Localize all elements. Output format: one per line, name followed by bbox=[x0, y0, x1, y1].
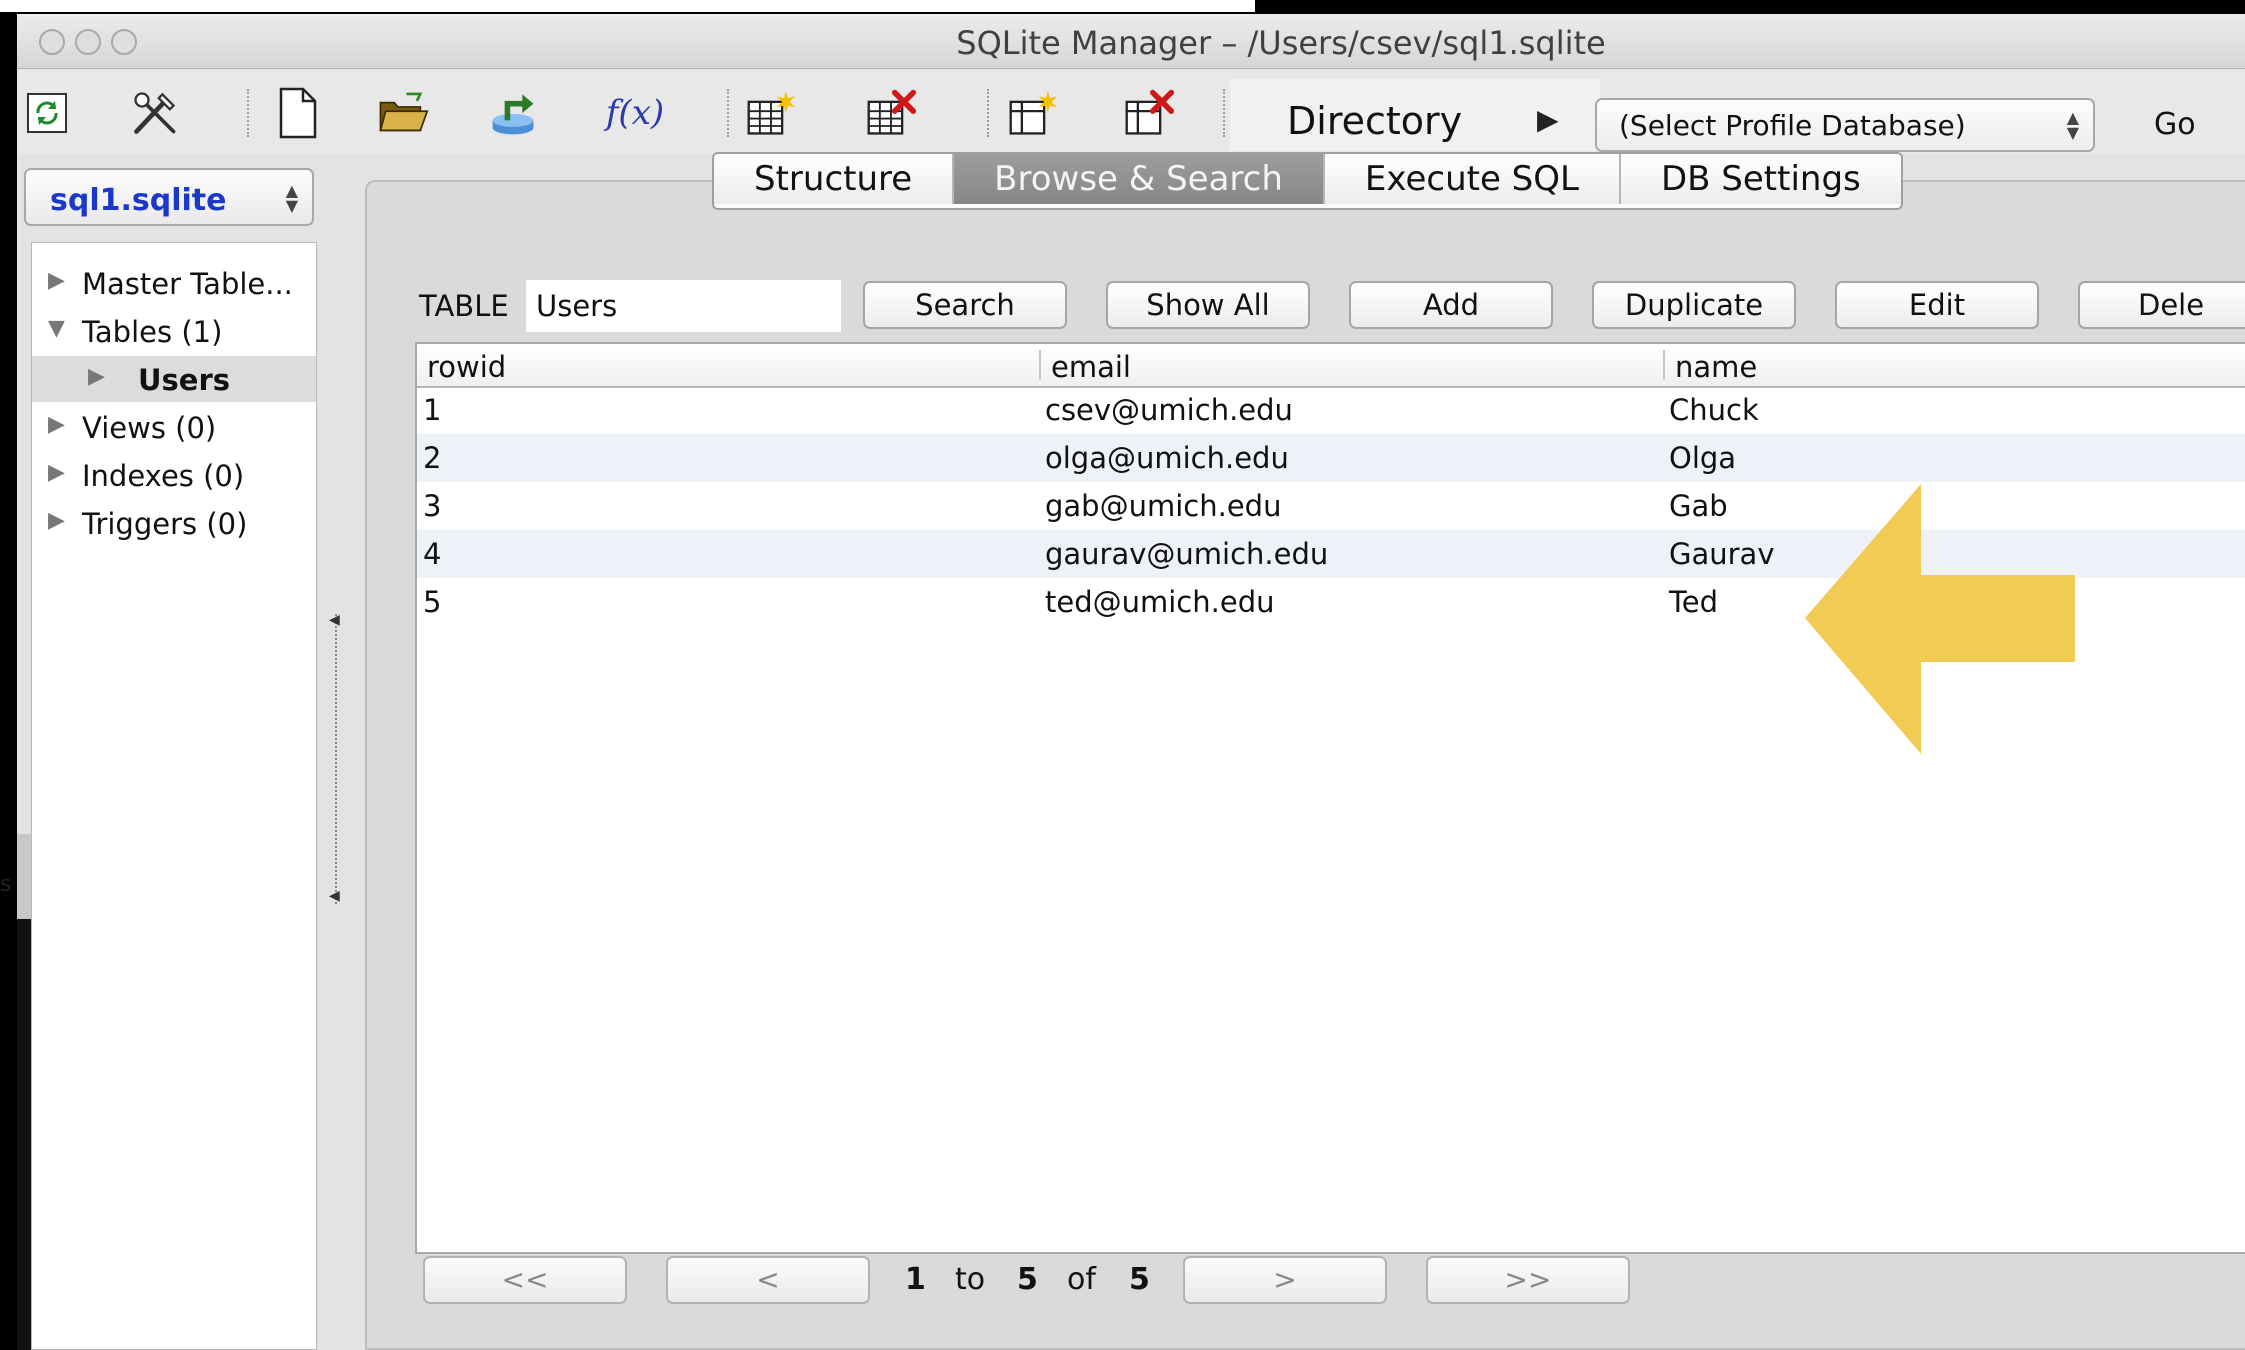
cell-email: gaurav@umich.edu bbox=[1045, 537, 1329, 571]
tree-item-tables[interactable]: ▼ Tables (1) bbox=[32, 308, 316, 354]
sidebar-tree: ▶ Master Table... ▼ Tables (1) ▶ Users ▶… bbox=[31, 242, 317, 1350]
function-icon[interactable]: f(x) bbox=[599, 87, 671, 139]
collapse-left-icon[interactable]: ◀ bbox=[329, 888, 340, 904]
database-select[interactable]: sql1.sqlite ▲ ▼ bbox=[24, 168, 314, 226]
tree-item-label: Tables (1) bbox=[82, 315, 223, 349]
toolbar-separator bbox=[1223, 89, 1225, 137]
go-button[interactable]: Go bbox=[2154, 107, 2196, 142]
toolbar-separator bbox=[987, 89, 989, 137]
grid-header: rowid email name bbox=[417, 344, 2245, 388]
add-button[interactable]: Add bbox=[1349, 281, 1553, 329]
column-header-rowid[interactable]: rowid bbox=[427, 350, 506, 384]
export-icon[interactable] bbox=[487, 87, 539, 139]
cell-name: Olga bbox=[1669, 441, 1737, 475]
disclosure-triangle-icon[interactable]: ▼ bbox=[48, 316, 65, 341]
drop-table-icon[interactable] bbox=[865, 87, 917, 139]
cell-rowid: 4 bbox=[423, 537, 442, 571]
cell-rowid: 2 bbox=[423, 441, 442, 475]
profile-database-select[interactable]: (Select Profile Database) ▲ ▼ bbox=[1595, 98, 2095, 152]
tree-item-users[interactable]: ▶ Users bbox=[32, 356, 316, 402]
tree-item-label: Master Table... bbox=[82, 267, 293, 301]
cell-rowid: 1 bbox=[423, 393, 442, 427]
records-grid: rowid email name 1 csev@umich.edu Chuck … bbox=[415, 342, 2245, 1254]
show-all-button[interactable]: Show All bbox=[1106, 281, 1310, 329]
column-divider[interactable] bbox=[1663, 350, 1665, 380]
sqlite-manager-window: SQLite Manager – /Users/csev/sql1.sqlite bbox=[17, 14, 2245, 1350]
column-divider[interactable] bbox=[1039, 350, 1041, 380]
updown-chevron-icon: ▲ ▼ bbox=[285, 181, 298, 215]
toolbar: f(x) Directory ▶ (Select Profile Databas… bbox=[17, 69, 2245, 154]
directory-label[interactable]: Directory bbox=[1287, 99, 1462, 143]
tab-execute-sql[interactable]: Execute SQL bbox=[1324, 154, 1621, 204]
background-window-edge bbox=[0, 0, 1255, 12]
refresh-icon[interactable] bbox=[21, 87, 73, 139]
database-select-value: sql1.sqlite bbox=[50, 183, 227, 218]
pager-to: 5 bbox=[1017, 1262, 1038, 1297]
table-label: TABLE bbox=[419, 289, 509, 323]
pane-splitter[interactable] bbox=[335, 614, 337, 904]
disclosure-triangle-icon[interactable]: ▶ bbox=[88, 364, 105, 389]
cell-name: Gaurav bbox=[1669, 537, 1775, 571]
profile-select-value: (Select Profile Database) bbox=[1619, 109, 1966, 142]
previous-page-button[interactable]: < bbox=[666, 1256, 870, 1304]
open-db-icon[interactable] bbox=[377, 87, 429, 139]
tree-item-indexes[interactable]: ▶ Indexes (0) bbox=[32, 452, 316, 498]
pager-of-word: of bbox=[1067, 1262, 1096, 1297]
tree-item-label: Indexes (0) bbox=[82, 459, 245, 493]
column-header-email[interactable]: email bbox=[1051, 350, 1131, 384]
pager-from: 1 bbox=[905, 1262, 926, 1297]
cell-email: csev@umich.edu bbox=[1045, 393, 1293, 427]
last-page-button[interactable]: >> bbox=[1426, 1256, 1630, 1304]
disclosure-triangle-icon[interactable]: ▶ bbox=[48, 508, 65, 533]
cell-rowid: 5 bbox=[423, 585, 442, 619]
cell-email: olga@umich.edu bbox=[1045, 441, 1289, 475]
disclosure-triangle-icon[interactable]: ▶ bbox=[48, 460, 65, 485]
duplicate-button[interactable]: Duplicate bbox=[1592, 281, 1796, 329]
cell-name: Chuck bbox=[1669, 393, 1759, 427]
cell-name: Ted bbox=[1669, 585, 1719, 619]
tab-browse-search[interactable]: Browse & Search bbox=[954, 154, 1325, 204]
window-title: SQLite Manager – /Users/csev/sql1.sqlite bbox=[956, 24, 1606, 62]
column-header-name[interactable]: name bbox=[1675, 350, 1757, 384]
drop-index-icon[interactable] bbox=[1123, 87, 1175, 139]
tree-item-master-table[interactable]: ▶ Master Table... bbox=[32, 260, 316, 306]
search-button[interactable]: Search bbox=[863, 281, 1067, 329]
cell-name: Gab bbox=[1669, 489, 1728, 523]
tab-bar: Structure Browse & Search Execute SQL DB… bbox=[712, 152, 1903, 210]
title-bar: SQLite Manager – /Users/csev/sql1.sqlite bbox=[17, 14, 2245, 69]
tools-icon[interactable] bbox=[129, 87, 181, 139]
background-window-text: s bbox=[0, 872, 12, 897]
tree-item-triggers[interactable]: ▶ Triggers (0) bbox=[32, 500, 316, 546]
delete-button[interactable]: Dele bbox=[2078, 281, 2245, 329]
play-icon[interactable]: ▶ bbox=[1537, 103, 1559, 136]
cell-rowid: 3 bbox=[423, 489, 442, 523]
next-page-button[interactable]: > bbox=[1183, 1256, 1387, 1304]
collapse-left-icon[interactable]: ◀ bbox=[329, 612, 340, 628]
create-index-icon[interactable] bbox=[1007, 87, 1059, 139]
tree-item-label: Users bbox=[138, 363, 231, 397]
disclosure-triangle-icon[interactable]: ▶ bbox=[48, 268, 65, 293]
disclosure-triangle-icon[interactable]: ▶ bbox=[48, 412, 65, 437]
first-page-button[interactable]: << bbox=[423, 1256, 627, 1304]
table-row[interactable]: 2 olga@umich.edu Olga bbox=[417, 434, 2245, 482]
table-name-field[interactable] bbox=[526, 280, 841, 332]
annotation-arrow-icon bbox=[1805, 484, 2075, 754]
pager-total: 5 bbox=[1129, 1262, 1150, 1297]
create-table-icon[interactable] bbox=[745, 87, 797, 139]
updown-chevron-icon: ▲ ▼ bbox=[2066, 108, 2079, 142]
new-db-icon[interactable] bbox=[271, 87, 323, 139]
tree-item-views[interactable]: ▶ Views (0) bbox=[32, 404, 316, 450]
cell-email: ted@umich.edu bbox=[1045, 585, 1275, 619]
toolbar-separator bbox=[727, 89, 729, 137]
tab-db-settings[interactable]: DB Settings bbox=[1620, 154, 1901, 204]
table-row[interactable]: 1 csev@umich.edu Chuck bbox=[417, 386, 2245, 434]
tab-structure[interactable]: Structure bbox=[714, 154, 955, 204]
tree-item-label: Triggers (0) bbox=[82, 507, 248, 541]
tree-item-label: Views (0) bbox=[82, 411, 217, 445]
toolbar-separator bbox=[247, 89, 249, 137]
cell-email: gab@umich.edu bbox=[1045, 489, 1282, 523]
edit-button[interactable]: Edit bbox=[1835, 281, 2039, 329]
function-label: f(x) bbox=[605, 93, 665, 133]
pager-to-word: to bbox=[955, 1262, 986, 1297]
